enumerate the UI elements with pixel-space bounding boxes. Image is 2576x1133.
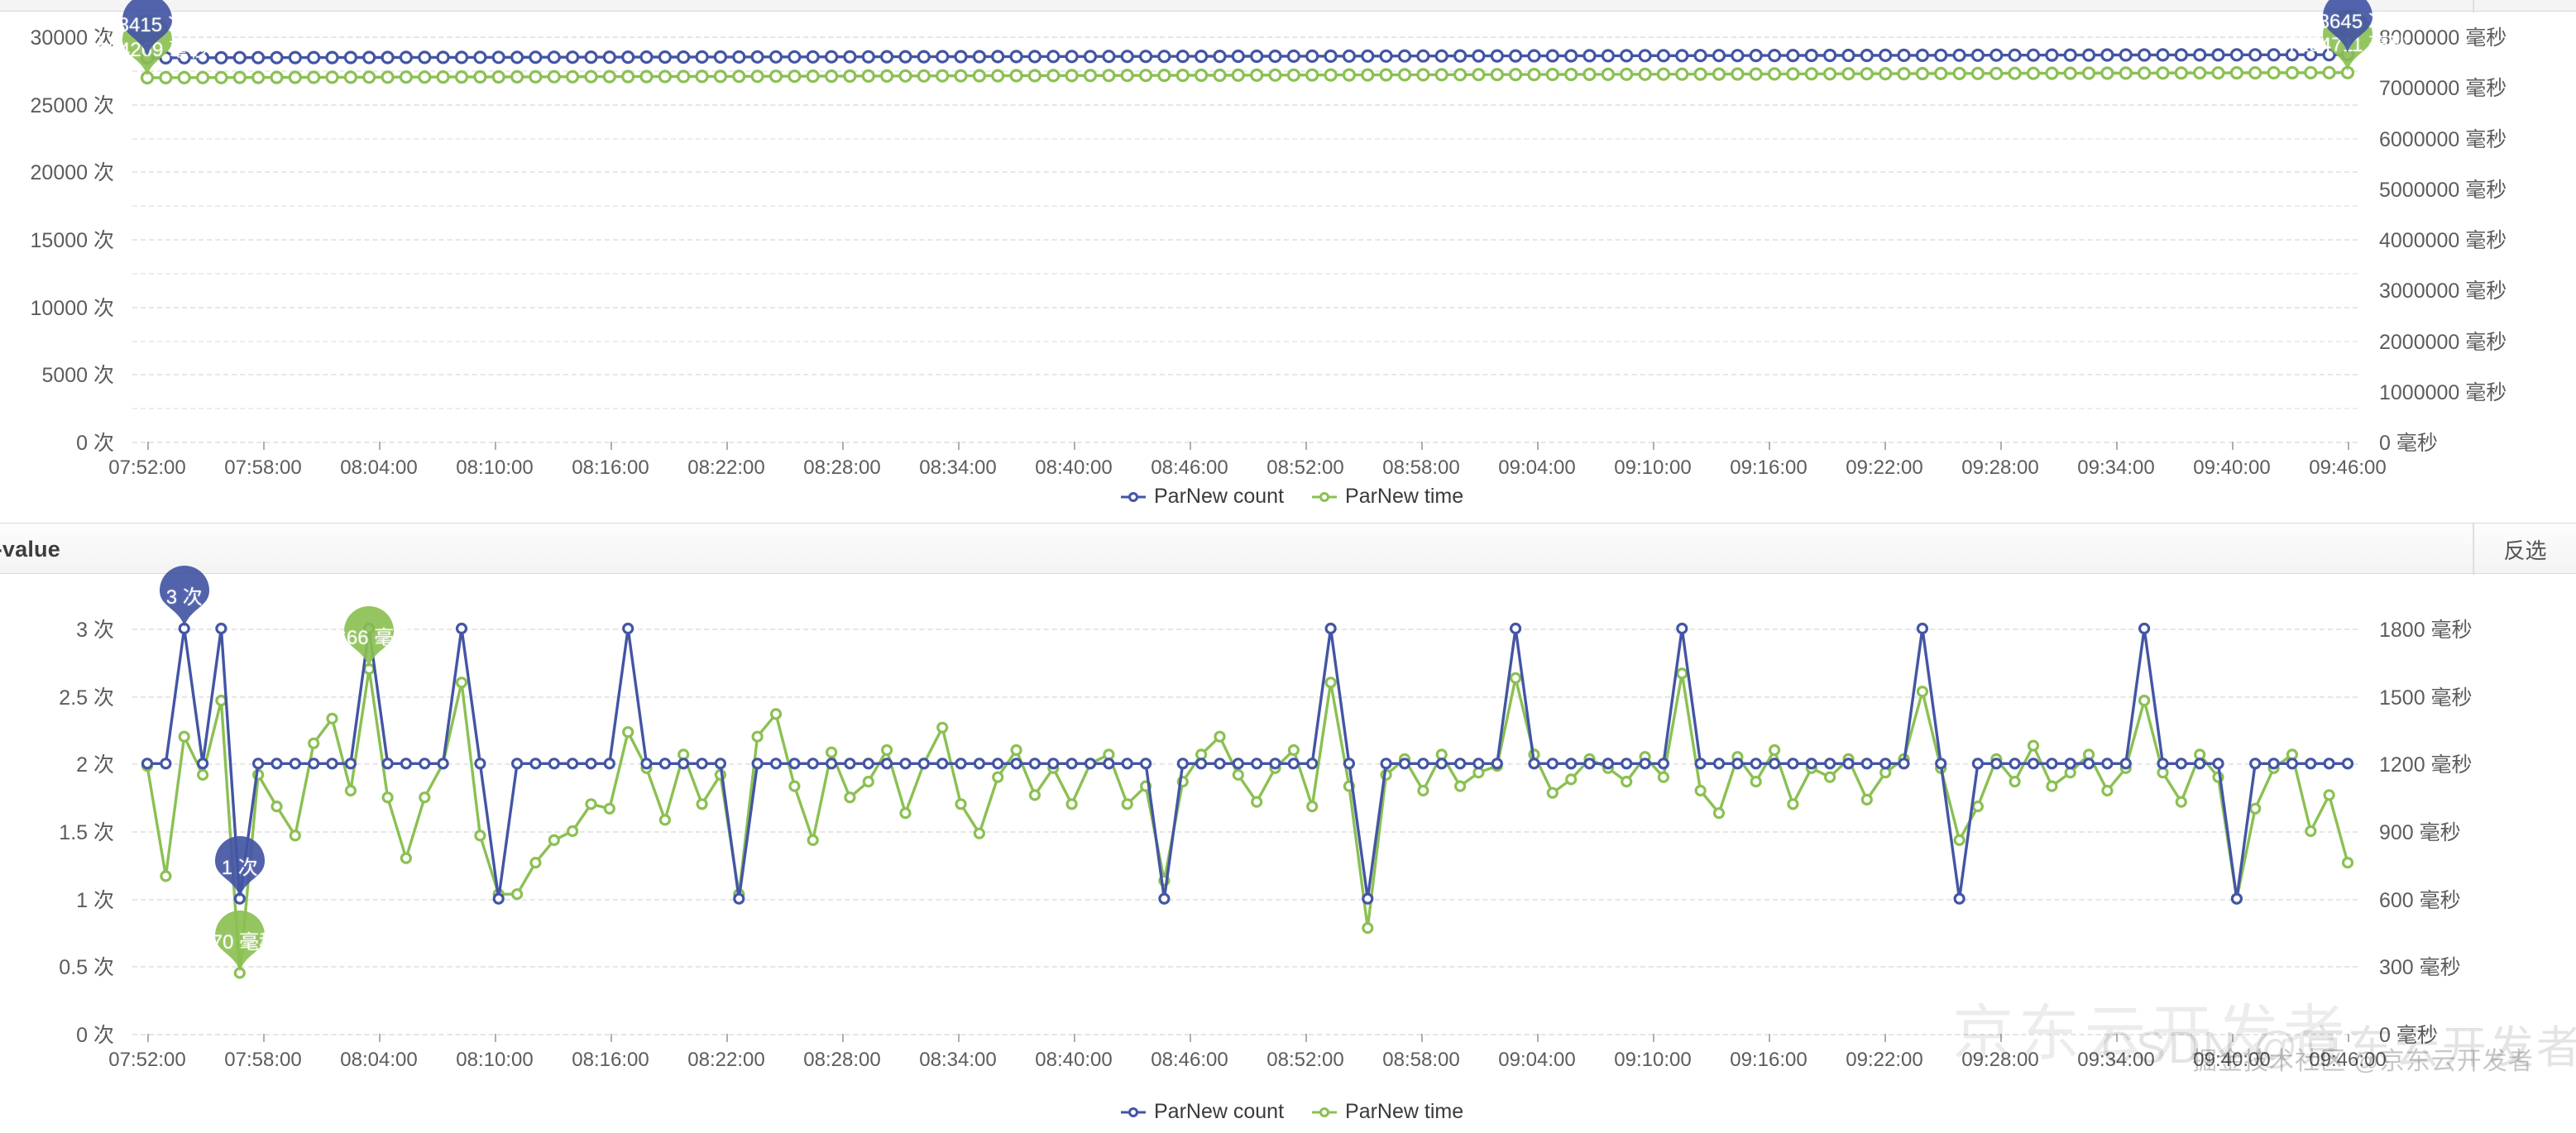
y-axis-label-left: 1 次 bbox=[0, 884, 114, 914]
panel-header-cumulative: 反选 bbox=[0, 0, 2576, 12]
legend-item-parnew-time[interactable]: ParNew time bbox=[1312, 485, 1463, 509]
plot-area-dvalue: 0 次0.5 次1 次1.5 次2 次2.5 次3 次0 毫秒300 毫秒600… bbox=[132, 629, 2358, 1034]
y-axis-label-right: 8000000 毫秒 bbox=[2379, 22, 2507, 51]
legend-marker-icon bbox=[1121, 1105, 1146, 1120]
legend-item-parnew-time[interactable]: ParNew time bbox=[1312, 1100, 1463, 1124]
y-axis-label-left: 5000 次 bbox=[0, 359, 114, 389]
legend-dvalue: ParNew count ParNew time bbox=[1121, 1100, 1463, 1124]
y-axis-label-left: 15000 次 bbox=[0, 224, 114, 254]
legend-item-parnew-count[interactable]: ParNew count bbox=[1121, 1100, 1284, 1124]
legend-marker-icon bbox=[1121, 490, 1146, 504]
y-axis-label-right: 1500 毫秒 bbox=[2379, 681, 2473, 711]
legend-label: ParNew count bbox=[1154, 1100, 1284, 1124]
series-canvas bbox=[132, 629, 2361, 1133]
y-axis-label-right: 5000000 毫秒 bbox=[2379, 174, 2507, 203]
y-axis-label-left: 0 次 bbox=[0, 1019, 114, 1049]
plot-area-cumulative: 0 次5000 次10000 次15000 次20000 次25000 次300… bbox=[132, 36, 2358, 442]
chart-dvalue: 0 次 0.5 次 1 次 1.5 次 2 次 2.5 次 3 次 0 毫秒 300 毫秒 600… bbox=[0, 579, 2576, 1070]
y-axis-label-left: 10000 次 bbox=[0, 292, 114, 322]
y-axis-label-right: 1000000 毫秒 bbox=[2379, 376, 2507, 406]
y-axis-label-right: 600 毫秒 bbox=[2379, 884, 2461, 914]
y-axis-label-right: 3000000 毫秒 bbox=[2379, 275, 2507, 304]
y-axis-label-right: 300 毫秒 bbox=[2379, 951, 2461, 981]
legend-marker-icon bbox=[1312, 1105, 1337, 1120]
y-axis-label-right: 4000000 毫秒 bbox=[2379, 224, 2507, 254]
panel-dvalue: D-value 反选 0 次 0.5 次 1 次 1.5 次 2 次 2.5 次 3 次 0 … bbox=[0, 514, 2576, 1070]
y-axis-label-left: 2.5 次 bbox=[0, 681, 114, 711]
data-point-label: 3 次 bbox=[166, 581, 203, 610]
panel-cumulative: 反选 0 次 5000 次 10000 次 15000 次 20000 次 25000 次… bbox=[0, 0, 2576, 514]
panel-header-dvalue: D-value 反选 bbox=[0, 523, 2576, 574]
y-axis-label-right: 0 毫秒 bbox=[2379, 427, 2438, 457]
y-axis-label-left: 1.5 次 bbox=[0, 816, 114, 846]
y-axis-label-right: 2000000 毫秒 bbox=[2379, 326, 2507, 356]
y-axis-label-left: 0 次 bbox=[0, 427, 114, 457]
y-axis-label-left: 0.5 次 bbox=[0, 951, 114, 981]
legend-item-parnew-count[interactable]: ParNew count bbox=[1121, 485, 1284, 509]
page-title-dvalue: D-value bbox=[0, 537, 60, 562]
legend-label: ParNew time bbox=[1345, 485, 1463, 509]
invert-selection-button-bottom[interactable]: 反选 bbox=[2473, 523, 2576, 575]
y-axis-label-right: 1200 毫秒 bbox=[2379, 748, 2473, 778]
series-canvas bbox=[132, 36, 2361, 541]
y-axis-label-right: 900 毫秒 bbox=[2379, 816, 2461, 846]
y-axis-label-right: 0 毫秒 bbox=[2379, 1019, 2438, 1049]
y-axis-label-left: 30000 次 bbox=[0, 22, 114, 51]
y-axis-label-right: 1800 毫秒 bbox=[2379, 614, 2473, 643]
legend-marker-icon bbox=[1312, 490, 1337, 504]
data-point-label: 28415 次 bbox=[107, 8, 187, 37]
y-axis-label-left: 3 次 bbox=[0, 614, 114, 643]
legend-cumulative: ParNew count ParNew time bbox=[1121, 485, 1463, 509]
y-axis-label-left: 2 次 bbox=[0, 748, 114, 778]
y-axis-label-right: 7000000 毫秒 bbox=[2379, 72, 2507, 102]
y-axis-label-left: 20000 次 bbox=[0, 156, 114, 186]
legend-label: ParNew count bbox=[1154, 485, 1284, 509]
invert-selection-button-top[interactable]: 反选 bbox=[2473, 0, 2576, 12]
y-axis-label-right: 6000000 毫秒 bbox=[2379, 123, 2507, 153]
legend-label: ParNew time bbox=[1345, 1100, 1463, 1124]
y-axis-label-left: 25000 次 bbox=[0, 89, 114, 119]
chart-cumulative: 0 次 5000 次 10000 次 15000 次 20000 次 25000 次 300… bbox=[0, 12, 2576, 514]
